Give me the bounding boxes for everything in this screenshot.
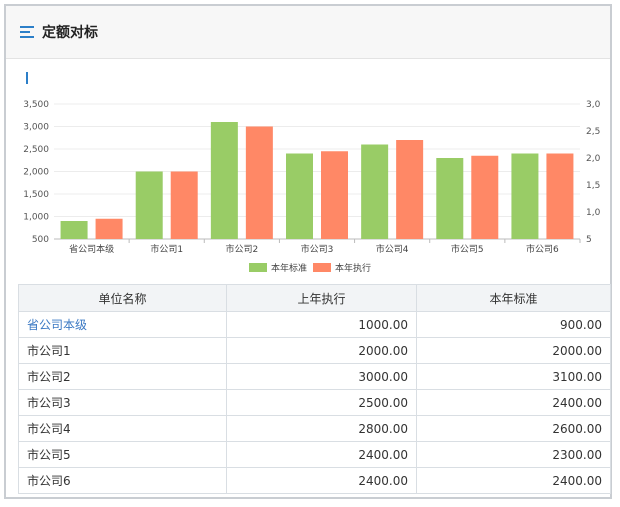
this-year-standard-cell: 2400.00 [416,467,611,494]
table-row: 市公司4 2800.00 2600.00 [18,415,611,442]
y-tick-label: 500 [32,235,49,245]
bar-execution [95,218,123,239]
y2-tick-label: 3,0 [586,100,601,110]
x-tick-label: 市公司2 [225,243,258,255]
unit-name-cell: 市公司2 [18,363,227,390]
y-tick-label: 2,000 [23,168,49,178]
x-tick-label: 市公司4 [376,243,409,255]
table-row: 省公司本级 1000.00 900.00 [18,311,611,338]
last-year-execution-cell: 2800.00 [226,415,417,442]
last-year-execution-cell: 2000.00 [226,337,417,364]
text-cursor [26,72,28,84]
panel-header: 定额对标 [6,6,610,59]
y2-tick-label: 1,0 [586,208,601,218]
y-tick-label: 3,500 [23,100,49,110]
data-table: 单位名称 上年执行 本年标准 省公司本级 1000.00 900.00 市公司1… [18,284,611,494]
y-tick-label: 3,000 [23,123,49,133]
this-year-standard-cell: 2600.00 [416,415,611,442]
this-year-standard-cell: 2400.00 [416,389,611,416]
unit-name-cell: 市公司6 [18,467,227,494]
last-year-execution-cell: 3000.00 [226,363,417,390]
bar-standard [511,153,539,239]
table-row: 市公司6 2400.00 2400.00 [18,467,611,494]
legend-label: 本年标准 [271,262,307,274]
bar-execution [546,153,574,239]
x-tick-label: 省公司本级 [69,243,114,255]
table-header-row: 单位名称 上年执行 本年标准 [18,284,611,312]
bar-standard [135,171,163,239]
legend-swatch [313,263,331,272]
bar-standard [210,122,238,239]
data-table-container: 单位名称 上年执行 本年标准 省公司本级 1000.00 900.00 市公司1… [18,284,611,494]
last-year-execution-cell: 2500.00 [226,389,417,416]
y-tick-label: 1,000 [23,213,49,223]
bar-execution [245,126,273,239]
bar-standard [436,158,464,239]
panel-title: 定额对标 [42,25,98,41]
table-row: 市公司3 2500.00 2400.00 [18,389,611,416]
unit-name-cell: 市公司5 [18,441,227,468]
table-row: 市公司1 2000.00 2000.00 [18,337,611,364]
last-year-execution-cell: 2400.00 [226,441,417,468]
header-last-year-execution[interactable]: 上年执行 [226,284,417,312]
x-tick-label: 市公司1 [150,243,183,255]
unit-name-cell: 市公司1 [18,337,227,364]
bar-standard [361,144,389,239]
last-year-execution-cell: 2400.00 [226,467,417,494]
this-year-standard-cell: 2300.00 [416,441,611,468]
bar-standard [60,221,88,239]
y2-tick-label: 1,5 [586,181,600,191]
this-year-standard-cell: 2000.00 [416,337,611,364]
list-icon [20,26,34,38]
x-tick-label: 市公司5 [451,243,484,255]
bar-execution [170,171,198,239]
y2-tick-label: 2,5 [586,127,600,137]
unit-name-cell: 市公司3 [18,389,227,416]
table-row: 市公司5 2400.00 2300.00 [18,441,611,468]
unit-name-cell: 市公司4 [18,415,227,442]
legend-label: 本年执行 [335,262,371,274]
bar-execution [321,151,348,239]
y-tick-label: 2,500 [23,145,49,155]
bar-execution [396,140,424,239]
y-tick-label: 1,500 [23,190,49,200]
unit-name-link[interactable]: 省公司本级 [18,311,227,338]
header-unit-name[interactable]: 单位名称 [18,284,227,312]
table-row: 市公司2 3000.00 3100.00 [18,363,611,390]
y2-tick-label: 2,0 [586,154,601,164]
y2-tick-label: 5 [586,235,592,245]
this-year-standard-cell: 3100.00 [416,363,611,390]
bar-execution [471,155,499,239]
this-year-standard-cell: 900.00 [416,311,611,338]
x-tick-label: 市公司3 [301,243,334,255]
header-this-year-standard[interactable]: 本年标准 [416,284,611,312]
legend-swatch [249,263,267,272]
panel: 定额对标 500 1,000 1,500 2,000 2,500 3,000 3,500 5 1… [4,4,612,499]
bar-standard [286,153,313,239]
last-year-execution-cell: 1000.00 [226,311,417,338]
x-tick-label: 市公司6 [526,243,559,255]
bar-chart: 500 1,000 1,500 2,000 2,500 3,000 3,500 5 1,0 1,5… [23,100,601,274]
